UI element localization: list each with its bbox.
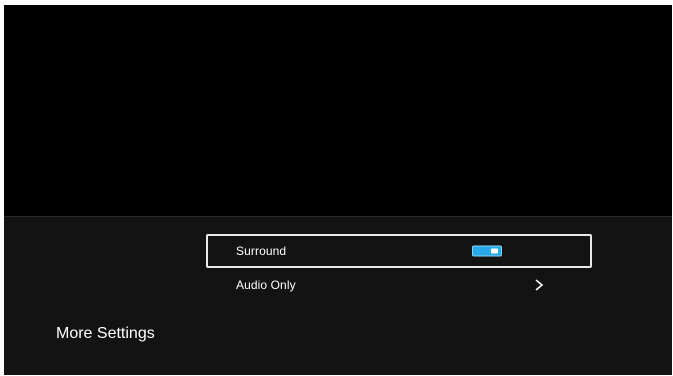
- toggle-knob: [491, 248, 498, 254]
- surround-toggle[interactable]: [472, 245, 502, 257]
- video-preview-area: [4, 5, 672, 216]
- settings-panel: Surround Audio Only More Settings: [4, 216, 672, 375]
- tv-screen: Surround Audio Only More Settings: [4, 5, 672, 375]
- section-title: More Settings: [56, 325, 155, 342]
- chevron-right-icon: [535, 279, 544, 291]
- menu-item-audio-only[interactable]: Audio Only: [206, 268, 592, 302]
- menu-item-surround[interactable]: Surround: [206, 234, 592, 268]
- menu-item-label: Surround: [236, 244, 287, 258]
- menu-item-label: Audio Only: [236, 278, 296, 292]
